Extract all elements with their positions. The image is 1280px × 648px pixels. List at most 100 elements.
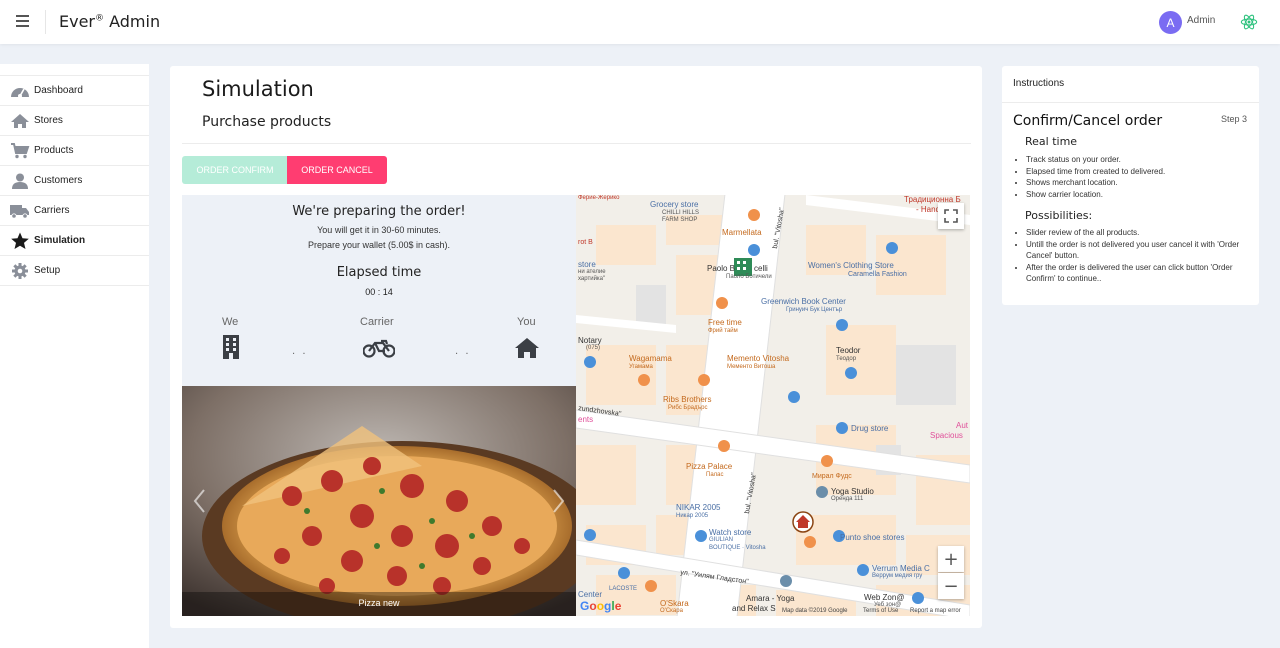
sidebar-item-simulation[interactable]: Simulation <box>0 226 149 256</box>
map-label: Веррум медия гру <box>872 573 923 579</box>
map-label: Мирал Фудс <box>812 473 852 480</box>
slide-caption: Pizza new <box>358 598 400 608</box>
possibilities-heading: Possibilities: <box>1025 209 1093 222</box>
progress-dots: . . <box>292 346 308 357</box>
google-logo: Google <box>580 599 622 613</box>
order-cancel-button[interactable]: ORDER CANCEL <box>287 156 387 184</box>
sidebar-item-dashboard[interactable]: Dashboard <box>0 76 149 106</box>
list-item: Shows merchant location. <box>1026 177 1249 189</box>
react-icon[interactable] <box>1240 13 1258 31</box>
divider <box>182 143 971 144</box>
status-eta: You will get it in 30-60 minutes. <box>317 225 441 235</box>
map-label: Теодор <box>836 356 857 362</box>
sidebar-item-products[interactable]: Products <box>0 136 149 166</box>
map-label: and Relax S <box>732 604 776 613</box>
map-label: Никар 2005 <box>676 513 709 519</box>
map-label: О'Скара <box>660 608 683 614</box>
brand-registered-mark: ® <box>95 13 104 24</box>
map-label: Women's Clothing Store <box>808 261 894 270</box>
map-label: Гринуич Бук Център <box>786 307 843 313</box>
map-label: LACOSTE <box>609 586 638 592</box>
brand-logo[interactable]: Ever® Admin <box>59 12 160 31</box>
map-label: Marmellata <box>722 228 762 237</box>
avatar[interactable]: A <box>1159 11 1182 34</box>
map-label: celli <box>754 264 768 273</box>
step-indicator: Step 3 <box>1221 114 1248 124</box>
brand-suffix: Admin <box>104 12 161 31</box>
list-item: Track status on your order. <box>1026 154 1249 166</box>
sidebar-item-label: Simulation <box>34 235 86 246</box>
sidebar-item-label: Carriers <box>34 205 70 216</box>
map-label: ни ателие <box>578 269 606 275</box>
map-label: Notary <box>578 336 602 345</box>
map-label: Паоло Ботичели <box>726 274 772 280</box>
list-item: Show carrier location. <box>1026 189 1249 201</box>
map-label: Угамама <box>629 364 653 370</box>
home-icon <box>10 113 30 129</box>
map-label: Caramella Fashion <box>848 271 907 278</box>
possibilities-list: Slider review of the all products. Until… <box>1017 227 1249 285</box>
map-label: Teodor <box>836 346 861 355</box>
truck-icon <box>10 203 30 219</box>
real-time-heading: Real time <box>1025 135 1078 148</box>
top-header: Ever® Admin A Admin <box>0 0 1280 44</box>
map-label: Web Zon@ <box>864 593 905 602</box>
fullscreen-icon[interactable] <box>938 203 964 229</box>
delivery-map[interactable]: Grocery store CHILLI HILLS FARM SHOP Mar… <box>576 195 970 616</box>
cart-icon <box>10 142 30 159</box>
sidebar-item-carriers[interactable]: Carriers <box>0 196 149 226</box>
slider-next-icon[interactable] <box>548 486 568 516</box>
simulation-card: Simulation Purchase products ORDER CONFI… <box>170 66 982 628</box>
sidebar-item-customers[interactable]: Customers <box>0 166 149 196</box>
map-label: Center <box>578 590 603 599</box>
sidebar-item-label: Customers <box>34 175 83 186</box>
progress-dots: . . <box>455 346 471 357</box>
map-label: (075) <box>586 345 601 351</box>
map-label: Мементо Витоша <box>727 364 776 370</box>
map-label: Оренда 111 <box>831 496 864 502</box>
map-label: Punto shoe stores <box>840 533 905 542</box>
map-label: Aut <box>956 421 969 430</box>
zoom-in-icon[interactable]: + <box>938 546 964 572</box>
slider-prev-icon[interactable] <box>190 486 210 516</box>
merchant-label: We <box>222 316 239 328</box>
building-icon <box>223 335 239 359</box>
user-name[interactable]: Admin <box>1187 15 1215 26</box>
map-label: Spacious <box>930 431 963 440</box>
sidebar: Dashboard Stores Products Customers Carr… <box>0 64 149 648</box>
sidebar-item-setup[interactable]: Setup <box>0 256 149 286</box>
instructions-title: Confirm/Cancel order <box>1013 113 1163 129</box>
map-label: GIULIAN <box>709 537 734 543</box>
map-label: Рибс Брадърс <box>668 405 708 411</box>
pizza-image <box>182 386 576 616</box>
map-label: Ферие-Жерико <box>578 195 620 201</box>
map-label: store <box>578 260 596 269</box>
map-terms-link[interactable]: Terms of Use <box>863 608 898 614</box>
list-item: After the order is delivered the user ca… <box>1026 262 1249 285</box>
divider <box>1002 102 1259 103</box>
person-icon <box>10 173 30 189</box>
order-confirm-button[interactable]: ORDER CONFIRM <box>182 156 288 184</box>
map-label: Фрий тайм <box>708 328 738 334</box>
product-slider[interactable]: Pizza new <box>182 386 576 616</box>
map-label: Paolo B <box>707 264 736 273</box>
sidebar-item-label: Stores <box>34 115 63 126</box>
star-icon <box>10 232 30 249</box>
status-payment: Prepare your wallet (5.00$ in cash). <box>307 240 451 250</box>
map-label: Amara - Yoga <box>746 594 795 603</box>
map-report-link[interactable]: Report a map error <box>910 608 961 614</box>
instructions-card: Instructions Confirm/Cancel order Step 3… <box>1002 66 1259 305</box>
map-tiles <box>576 195 970 616</box>
dashboard-icon <box>10 83 30 99</box>
list-item: Untill the order is not delivered you us… <box>1026 239 1249 262</box>
motorcycle-icon <box>363 339 395 358</box>
menu-toggle-icon[interactable] <box>16 15 29 27</box>
sidebar-item-label: Products <box>34 145 74 156</box>
zoom-out-icon[interactable]: − <box>938 573 964 599</box>
map-label: ents <box>578 415 594 424</box>
brand-name: Ever <box>59 12 95 31</box>
sidebar-item-stores[interactable]: Stores <box>0 106 149 136</box>
order-status-panel: We're preparing the order! You will get … <box>182 195 576 386</box>
real-time-list: Track status on your order. Elapsed time… <box>1017 154 1249 200</box>
customer-label: You <box>517 316 536 328</box>
